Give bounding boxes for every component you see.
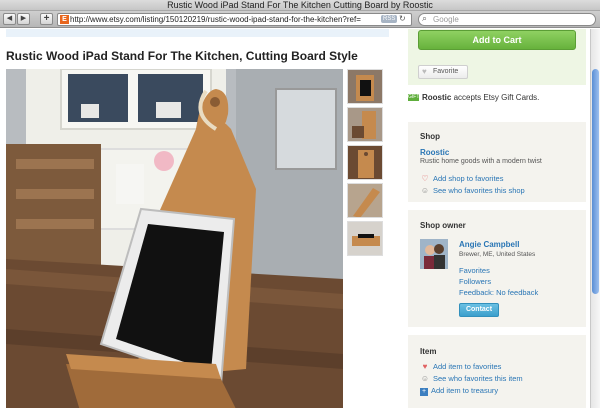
shop-tagline: Rustic home goods with a modern twist <box>420 158 542 165</box>
etsy-favicon-icon: E <box>60 15 69 24</box>
owner-followers-link[interactable]: Followers <box>459 277 491 286</box>
thumbnail-3[interactable] <box>347 145 383 180</box>
purchase-box: Add to Cart ♥ Favorite <box>408 29 586 85</box>
see-who-favorites-item-link[interactable]: ☺ See who favorites this item <box>420 374 523 383</box>
add-item-to-treasury-link[interactable]: + Add item to treasury <box>420 386 498 396</box>
back-button[interactable]: ◀ <box>3 13 16 25</box>
item-heading: Item <box>420 347 437 356</box>
add-to-cart-button[interactable]: Add to Cart <box>418 30 576 50</box>
favorite-label: Favorite <box>433 68 459 75</box>
reload-icon[interactable]: ↻ <box>399 14 406 24</box>
product-photo-illustration <box>6 69 343 408</box>
add-item-to-favorites-link[interactable]: ♥ Add item to favorites <box>420 362 502 371</box>
owner-feedback-link[interactable]: Feedback: No feedback <box>459 288 538 297</box>
gift-shop-name: Roostic <box>422 93 452 102</box>
main-product-photo[interactable] <box>6 69 343 408</box>
browser-toolbar: ◀ ▶ + E http://www.etsy.com/listing/1501… <box>0 11 600 28</box>
forward-button[interactable]: ▶ <box>17 13 30 25</box>
shop-owner-panel: Shop owner Angie Campbell Brewer, ME, Un… <box>408 210 586 327</box>
top-strip <box>6 29 389 37</box>
search-icon: ⌕ <box>422 13 428 23</box>
shop-name-link[interactable]: Roostic <box>420 148 449 157</box>
add-item-to-favorites-label: Add item to favorites <box>433 362 502 371</box>
add-bookmark-button[interactable]: + <box>40 13 53 25</box>
browser-window: Rustic Wood iPad Stand For The Kitchen C… <box>0 0 600 408</box>
favorite-button[interactable]: ♥ Favorite <box>418 65 468 79</box>
url-text: http://www.etsy.com/listing/150120219/ru… <box>70 15 361 24</box>
see-who-favorites-item-label: See who favorites this item <box>433 374 523 383</box>
owner-avatar[interactable] <box>420 239 448 269</box>
heart-outline-icon: ♡ <box>421 174 429 183</box>
owner-favorites-link[interactable]: Favorites <box>459 266 490 275</box>
gift-card-icon: GIFT <box>408 94 420 102</box>
shop-heading: Shop <box>420 132 440 141</box>
see-who-favorites-shop-link[interactable]: ☺ See who favorites this shop <box>420 186 525 195</box>
listing-sidebar: Add to Cart ♥ Favorite GIFT Roostic accep… <box>408 29 586 408</box>
search-input[interactable]: ⌕ Google <box>418 13 596 26</box>
add-item-to-treasury-label: Add item to treasury <box>431 386 499 395</box>
scrollbar-thumb[interactable] <box>592 69 599 294</box>
thumbnail-5[interactable] <box>347 221 383 256</box>
item-panel: Item ♥ Add item to favorites ☺ See who fav… <box>408 335 586 408</box>
gift-card-text: accepts Etsy Gift Cards. <box>451 93 540 102</box>
heart-icon: ♥ <box>422 67 427 76</box>
vertical-scrollbar[interactable] <box>590 29 600 408</box>
plus-icon: + <box>420 388 428 396</box>
thumbnail-2[interactable] <box>347 107 383 142</box>
listing-title: Rustic Wood iPad Stand For The Kitchen, … <box>6 49 358 63</box>
arrow-right-icon: ▶ <box>20 15 27 22</box>
rss-button[interactable]: RSS <box>381 15 398 23</box>
search-placeholder: Google <box>433 15 459 24</box>
people-icon: ☺ <box>420 186 430 195</box>
shop-owner-heading: Shop owner <box>420 221 466 230</box>
see-who-favorites-shop-label: See who favorites this shop <box>433 186 525 195</box>
contact-button[interactable]: Contact <box>459 303 499 317</box>
shop-panel: Shop Roostic Rustic home goods with a mo… <box>408 122 586 202</box>
heart-icon: ♥ <box>422 362 428 371</box>
people-icon: ☺ <box>420 374 430 383</box>
arrow-left-icon: ◀ <box>6 15 13 22</box>
gift-card-notice: GIFT Roostic accepts Etsy Gift Cards. <box>408 93 539 102</box>
thumbnail-strip <box>347 69 383 259</box>
add-shop-to-favorites-link[interactable]: ♡ Add shop to favorites <box>420 174 503 183</box>
add-shop-to-favorites-label: Add shop to favorites <box>433 174 504 183</box>
window-title: Rustic Wood iPad Stand For The Kitchen C… <box>0 0 600 11</box>
address-bar[interactable]: E http://www.etsy.com/listing/150120219/… <box>57 13 412 26</box>
owner-location: Brewer, ME, United States <box>459 251 536 258</box>
owner-name-link[interactable]: Angie Campbell <box>459 240 519 249</box>
thumbnail-4[interactable] <box>347 183 383 218</box>
page-content: Rustic Wood iPad Stand For The Kitchen, … <box>0 29 590 408</box>
thumbnail-1[interactable] <box>347 69 383 104</box>
